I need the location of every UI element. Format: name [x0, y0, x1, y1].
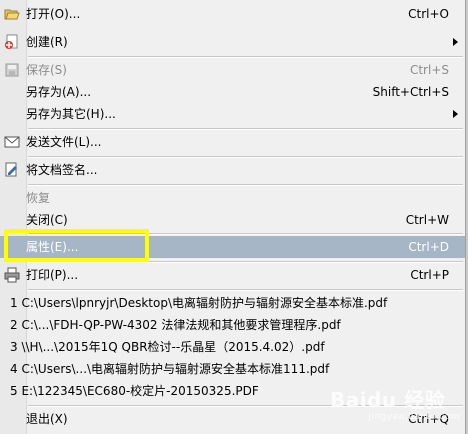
create-pdf-icon: [4, 34, 20, 50]
menu-item-label: 属性(E)...: [26, 240, 79, 254]
file-menu: 打开(O)... Ctrl+O 创建(R) 保存(S) Ctrl+S 另存为(A…: [0, 0, 466, 434]
recent-file-item[interactable]: 2 C:\...\FDH-QP-PW-4302 法律法规和其他要求管理程序.pd…: [0, 314, 465, 336]
submenu-arrow-icon: [453, 38, 458, 46]
menu-item-label: 关闭(C): [26, 213, 68, 227]
printer-icon: [4, 267, 20, 283]
menu-item-save-as-other[interactable]: 另存为其它(H)...: [0, 103, 465, 125]
menu-item-shortcut: Ctrl+Q: [408, 412, 449, 426]
menu-item-open[interactable]: 打开(O)... Ctrl+O: [0, 3, 465, 25]
recent-file-label: 1 C:\Users\lpnryjr\Desktop\电离辐射防护与辐射源安全基…: [10, 296, 388, 310]
menu-item-sign-document[interactable]: 将文档签名...: [0, 159, 465, 181]
recent-file-label: 5 E:\122345\EC680-校定片-20150325.PDF: [10, 384, 259, 398]
menu-item-save[interactable]: 保存(S) Ctrl+S: [0, 59, 465, 81]
menu-separator: [28, 184, 463, 186]
menu-separator: [28, 405, 463, 407]
menu-item-label: 发送文件(L)...: [26, 135, 102, 149]
menu-separator: [28, 156, 463, 158]
save-icon: [4, 62, 20, 78]
menu-separator: [28, 233, 463, 235]
menu-item-label: 打印(P)...: [26, 268, 79, 282]
menu-item-shortcut: Shift+Ctrl+S: [372, 85, 449, 99]
menu-item-print[interactable]: 打印(P)... Ctrl+P: [0, 264, 465, 286]
menu-item-revert[interactable]: 恢复: [0, 187, 465, 209]
recent-file-item[interactable]: 4 C:\Users\...\电离辐射防护与辐射源安全基本标准111.pdf: [0, 358, 465, 380]
submenu-arrow-icon: [453, 110, 458, 118]
recent-file-item[interactable]: 1 C:\Users\lpnryjr\Desktop\电离辐射防护与辐射源安全基…: [0, 292, 465, 314]
recent-file-item[interactable]: 5 E:\122345\EC680-校定片-20150325.PDF: [0, 380, 465, 402]
menu-item-save-as[interactable]: 另存为(A)... Shift+Ctrl+S: [0, 81, 465, 103]
menu-separator: [28, 261, 463, 263]
open-folder-icon: [4, 6, 20, 22]
menu-item-shortcut: Ctrl+D: [408, 240, 449, 254]
menu-item-close[interactable]: 关闭(C) Ctrl+W: [0, 209, 465, 231]
recent-file-item[interactable]: 3 \\H\...\2015年1Q QBR检讨--乐晶星（2015.4.02）.…: [0, 336, 465, 358]
menu-item-create[interactable]: 创建(R): [0, 31, 465, 53]
menu-item-label: 另存为(A)...: [26, 85, 92, 99]
menu-separator: [28, 128, 463, 130]
envelope-icon: [4, 134, 20, 150]
recent-file-label: 4 C:\Users\...\电离辐射防护与辐射源安全基本标准111.pdf: [10, 362, 330, 376]
menu-item-properties[interactable]: 属性(E)... Ctrl+D: [0, 236, 465, 258]
menu-item-shortcut: Ctrl+P: [410, 268, 449, 282]
menu-item-label: 打开(O)...: [26, 7, 81, 21]
menu-item-label: 将文档签名...: [26, 163, 98, 177]
menu-item-label: 另存为其它(H)...: [26, 107, 116, 121]
menu-item-exit[interactable]: 退出(X) Ctrl+Q: [0, 408, 465, 430]
menu-item-shortcut: Ctrl+W: [405, 213, 449, 227]
menu-item-label: 保存(S): [26, 63, 67, 77]
menu-separator: [28, 56, 463, 58]
menu-item-shortcut: Ctrl+S: [409, 63, 449, 77]
recent-file-label: 2 C:\...\FDH-QP-PW-4302 法律法规和其他要求管理程序.pd…: [10, 318, 341, 332]
menu-item-label: 创建(R): [26, 35, 68, 49]
menu-item-label: 退出(X): [26, 412, 68, 426]
menu-item-send-file[interactable]: 发送文件(L)...: [0, 131, 465, 153]
sign-document-icon: [4, 162, 20, 178]
menu-item-shortcut: Ctrl+O: [408, 7, 449, 21]
recent-file-label: 3 \\H\...\2015年1Q QBR检讨--乐晶星（2015.4.02）.…: [10, 340, 325, 354]
menu-item-label: 恢复: [26, 191, 51, 205]
menu-separator: [28, 289, 463, 291]
